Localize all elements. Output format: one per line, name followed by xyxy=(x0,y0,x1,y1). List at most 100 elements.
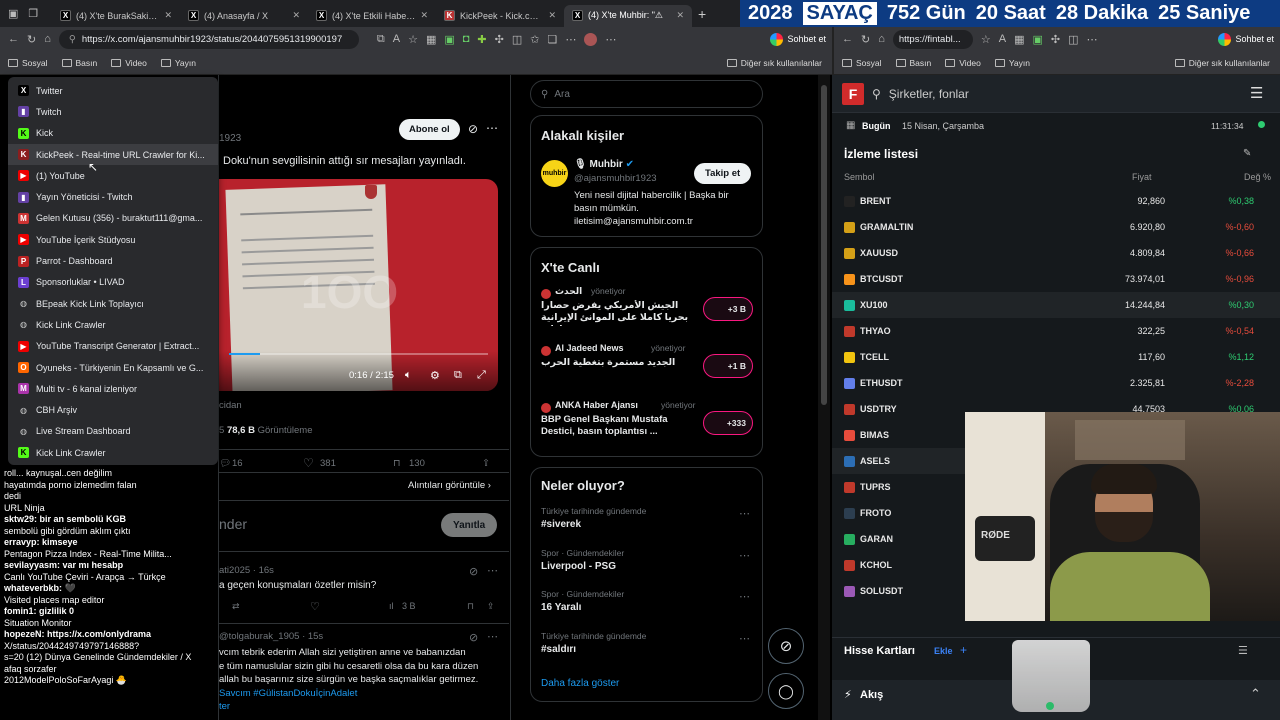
tweet-video[interactable]: 1OO 0:16 / 2:15 🔈︎ ⚙ ⧉ ⤢ xyxy=(219,179,498,391)
like-icon[interactable]: ♡ xyxy=(303,456,314,470)
bookmark-menu-item[interactable]: L Sponsorluklar • LIVAD xyxy=(8,272,218,293)
workspaces-icon[interactable]: ❐ xyxy=(28,7,38,20)
back-icon[interactable]: ← xyxy=(842,33,853,45)
bookmark-folder[interactable]: Yayın xyxy=(994,58,1030,68)
add-card-link[interactable]: Ekle xyxy=(934,646,953,656)
trend-name[interactable]: 16 Yaralı xyxy=(541,602,581,613)
avatar[interactable]: muhbir xyxy=(541,160,568,187)
url-field[interactable]: https://fintabl... xyxy=(892,29,973,49)
bookmark-folder[interactable]: Video xyxy=(945,58,981,68)
show-more-link[interactable]: Daha fazla göster xyxy=(541,678,619,689)
more-icon[interactable]: ⋯ xyxy=(739,507,750,520)
close-tab-icon[interactable]: ✕ xyxy=(164,10,172,21)
search-input[interactable]: ⚲ Ara xyxy=(530,80,763,108)
bookmark-menu-item[interactable]: P Parrot - Dashboard xyxy=(8,250,218,271)
pip-icon[interactable]: ⧉ xyxy=(454,369,462,382)
bookmark-menu-item[interactable]: X Twitter xyxy=(8,80,218,101)
add-icon[interactable]: + xyxy=(960,643,967,657)
more-icon[interactable]: ⋯ xyxy=(565,33,576,46)
live-listener-badge[interactable]: +333 xyxy=(703,411,753,435)
more-icon[interactable]: ⋯ xyxy=(739,632,750,645)
home-icon[interactable]: ⌂ xyxy=(44,33,51,45)
fullscreen-icon[interactable]: ⤢ xyxy=(477,369,486,382)
browser-tab[interactable]: X (4) X'te Etkili Haber Yeni ✕ xyxy=(308,5,436,27)
trend-name[interactable]: #siverek xyxy=(541,519,581,530)
bookmark-menu-item[interactable]: ▶ (1) YouTube xyxy=(8,165,218,186)
watchlist-row[interactable]: BRENT 92,860 %0,38 xyxy=(832,188,1280,214)
avatar[interactable] xyxy=(584,32,598,46)
bookmark-menu-item[interactable]: K Kick xyxy=(8,123,218,144)
live-text[interactable]: الجديد مستمرة بتغطية الحرب xyxy=(541,357,691,369)
menu-icon[interactable]: ☰ xyxy=(1250,84,1263,102)
watchlist-row[interactable]: THYAO 322,25 %-0,54 xyxy=(832,318,1280,344)
watchlist-row[interactable]: GRAMALTIN 6.920,80 %-0,60 xyxy=(832,214,1280,240)
bookmark-folder[interactable]: Sosyal xyxy=(842,58,882,68)
browser-tab[interactable]: X (4) X'te Muhbir: "⚠ ✕ xyxy=(564,4,692,27)
bookmark-menu-item[interactable]: ◍ Kick Link Crawler xyxy=(8,314,218,335)
watchlist-row[interactable]: BTCUSDT 73.974,01 %-0,96 xyxy=(832,266,1280,292)
favorites-icon[interactable]: ✩ xyxy=(530,33,539,46)
live-source[interactable]: Al Jadeed News xyxy=(555,343,624,353)
watchlist-row[interactable]: XAUUSD 4.809,84 %-0,66 xyxy=(832,240,1280,266)
browser-tab[interactable]: X (4) Anasayfa / X ✕ xyxy=(180,5,308,27)
reload-icon[interactable]: ↻ xyxy=(861,33,870,46)
bookmark-menu-item[interactable]: K KickPeek - Real-time URL Crawler for Ki… xyxy=(8,143,218,166)
volume-icon[interactable]: 🔈︎ xyxy=(405,369,412,382)
flow-label[interactable]: Akış xyxy=(860,689,883,701)
profile-icon[interactable]: ▣ xyxy=(8,7,18,20)
extensions-puzzle-icon[interactable]: ✣ xyxy=(1051,33,1060,46)
extension-icon[interactable]: ⧉ xyxy=(377,33,385,46)
new-tab-button[interactable]: + xyxy=(698,6,706,22)
view-quotes-link[interactable]: Alıntıları görüntüle › xyxy=(408,480,491,491)
live-listener-badge[interactable]: +3 B xyxy=(703,297,753,321)
reply-icon[interactable]: 💬︎ xyxy=(219,458,231,469)
edit-pencil-icon[interactable]: ✎ xyxy=(1243,148,1251,159)
bookmark-menu-item[interactable]: ▮ Yayın Yöneticisi - Twitch xyxy=(8,186,218,207)
extension-icon[interactable]: ✚ xyxy=(477,33,486,46)
watchlist-row[interactable]: XU100 14.244,84 %0,30 xyxy=(832,292,1280,318)
collections-icon[interactable]: ❏ xyxy=(547,33,557,46)
chat-button[interactable]: Sohbet et xyxy=(770,32,826,46)
scrollbar[interactable] xyxy=(821,85,827,405)
grok-icon[interactable]: ⊘ xyxy=(469,565,478,578)
subscribe-button[interactable]: Abone ol xyxy=(399,119,460,140)
translate-icon[interactable]: A xyxy=(999,33,1006,45)
close-tab-icon[interactable]: ✕ xyxy=(676,10,684,21)
bookmark-folder[interactable]: Yayın xyxy=(160,58,196,68)
bookmark-menu-item[interactable]: ▮ Twitch xyxy=(8,101,218,122)
bookmark-menu-item[interactable]: ◍ CBH Arşiv xyxy=(8,399,218,420)
live-listener-badge[interactable]: +1 B xyxy=(703,354,753,378)
extension-icon[interactable]: ◘ xyxy=(463,33,470,45)
extensions-puzzle-icon[interactable]: ✣ xyxy=(495,33,504,46)
share-icon[interactable]: ⇪ xyxy=(487,601,495,612)
chevron-up-icon[interactable]: ⌃ xyxy=(1250,686,1261,702)
trend-name[interactable]: #saldırı xyxy=(541,644,576,655)
more-icon[interactable]: ⋯ xyxy=(605,33,616,46)
back-icon[interactable]: ← xyxy=(8,33,19,45)
home-icon[interactable]: ⌂ xyxy=(878,33,885,45)
chat-button[interactable]: Sohbet et xyxy=(1218,32,1274,46)
avatar[interactable] xyxy=(541,346,551,356)
translate-icon[interactable]: A xyxy=(393,33,400,45)
bookmark-menu-item[interactable]: M Multi tv - 6 kanal izleniyor xyxy=(8,378,218,399)
like-icon[interactable]: ♡ xyxy=(310,600,320,613)
more-icon[interactable]: ⋯ xyxy=(1087,33,1098,46)
reply-button[interactable]: Yanıtla xyxy=(441,513,498,537)
browser-tab[interactable]: X (4) X'te BurakSakinOl: "G ✕ xyxy=(52,5,180,27)
more-icon[interactable]: ⋯ xyxy=(486,121,498,135)
url-field[interactable]: ⚲ https://x.com/ajansmuhbir1923/status/2… xyxy=(58,29,359,49)
other-bookmarks[interactable]: Diğer sık kullanılanlar xyxy=(726,58,822,68)
follow-button[interactable]: Takip et xyxy=(694,163,752,184)
messages-fab-icon[interactable]: ◯ xyxy=(768,673,804,709)
filter-sliders-icon[interactable]: ☰ xyxy=(1238,644,1248,657)
extension-icon[interactable]: ▦ xyxy=(426,33,436,46)
split-screen-icon[interactable]: ◫ xyxy=(1068,33,1078,46)
favorite-star-icon[interactable]: ☆ xyxy=(981,33,991,46)
share-icon[interactable]: ⇪ xyxy=(482,458,490,469)
extension-icon[interactable]: ▦ xyxy=(1014,33,1024,46)
bookmark-icon[interactable]: ⊓ xyxy=(467,601,474,612)
bookmark-menu-item[interactable]: M Gelen Kutusu (356) - buraktut111@gma... xyxy=(8,208,218,229)
grok-fab-icon[interactable]: ⊘ xyxy=(768,628,804,664)
close-tab-icon[interactable]: ✕ xyxy=(420,10,428,21)
avatar[interactable] xyxy=(541,403,551,413)
